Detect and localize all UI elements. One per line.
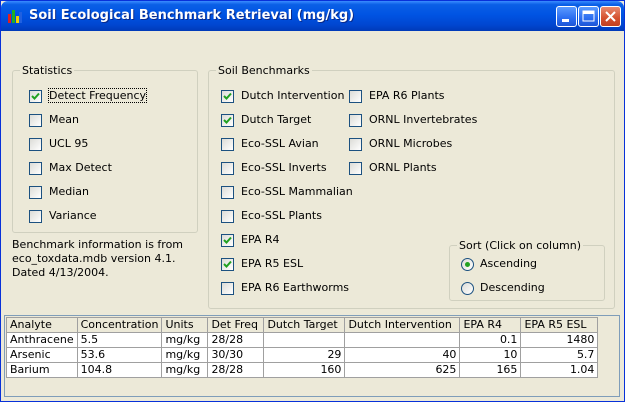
table-header-row: Analyte Concentration Units Det Freq Dutch T… (6, 317, 599, 333)
epa-r6-earthworms-label[interactable]: EPA R6 Earthworms (241, 281, 349, 294)
checkbox-unchecked-icon[interactable] (349, 138, 362, 151)
minimize-icon (562, 19, 569, 22)
ucl-95-label[interactable]: UCL 95 (49, 137, 88, 150)
bar-chart-app-icon (7, 8, 23, 24)
checkbox-unchecked-icon[interactable] (221, 282, 234, 295)
column-header-units[interactable]: Units (161, 317, 209, 333)
table-row[interactable]: Barium 104.8 mg/kg 28/28 160 625 165 1.04 (6, 362, 599, 378)
checkbox-unchecked-icon[interactable] (29, 114, 42, 127)
checkbox-unchecked-icon[interactable] (29, 186, 42, 199)
minimize-button[interactable] (556, 6, 577, 27)
checkbox-unchecked-icon[interactable] (221, 210, 234, 223)
eco-ssl-plants-label[interactable]: Eco-SSL Plants (241, 209, 322, 222)
checkbox-unchecked-icon[interactable] (349, 114, 362, 127)
table-cell[interactable]: mg/kg (161, 362, 209, 378)
checkbox-unchecked-icon[interactable] (221, 162, 234, 175)
table-cell[interactable]: 28/28 (207, 362, 265, 378)
maximize-button[interactable] (578, 6, 599, 27)
close-button[interactable] (600, 6, 621, 27)
checkbox-checked-icon[interactable] (221, 234, 234, 247)
descending-label[interactable]: Descending (480, 281, 545, 294)
checkbox-unchecked-icon[interactable] (29, 162, 42, 175)
table-cell[interactable]: 160 (263, 362, 346, 378)
checkbox-checked-icon[interactable] (29, 90, 42, 103)
table-cell[interactable]: 165 (459, 362, 522, 378)
checkbox-unchecked-icon[interactable] (29, 210, 42, 223)
checkbox-unchecked-icon[interactable] (221, 138, 234, 151)
table-cell[interactable] (344, 332, 461, 348)
table-cell[interactable]: mg/kg (161, 347, 209, 363)
mean-label[interactable]: Mean (49, 113, 79, 126)
checkbox-unchecked-icon[interactable] (349, 162, 362, 175)
table-cell[interactable]: Anthracene (6, 332, 78, 348)
eco-ssl-mammalian-label[interactable]: Eco-SSL Mammalian (241, 185, 353, 198)
ornl-microbes-label[interactable]: ORNL Microbes (369, 137, 452, 150)
table-cell[interactable]: mg/kg (161, 332, 209, 348)
benchmark-info-text: Benchmark information is from eco_toxdat… (12, 238, 184, 279)
table-cell[interactable]: 30/30 (207, 347, 265, 363)
maximize-icon (582, 10, 595, 22)
table-cell[interactable] (263, 332, 346, 348)
table-row[interactable]: Arsenic 53.6 mg/kg 30/30 29 40 10 5.7 (6, 347, 599, 363)
sort-legend: Sort (Click on column) (457, 239, 584, 252)
dutch-intervention-label[interactable]: Dutch Intervention (241, 89, 344, 102)
table-cell[interactable]: 53.6 (76, 347, 163, 363)
column-header-concentration[interactable]: Concentration (76, 317, 163, 333)
table-cell[interactable]: 104.8 (76, 362, 163, 378)
median-label[interactable]: Median (49, 185, 89, 198)
checkbox-unchecked-icon[interactable] (349, 90, 362, 103)
detect-frequency-label[interactable]: Detect Frequency (47, 88, 148, 103)
application-window: Soil Ecological Benchmark Retrieval (mg/… (0, 0, 625, 402)
epa-r5-esl-label[interactable]: EPA R5 ESL (241, 257, 303, 270)
results-grid[interactable]: Analyte Concentration Units Det Freq Dutch T… (4, 315, 620, 397)
window-title: Soil Ecological Benchmark Retrieval (mg/… (29, 8, 355, 23)
column-header-analyte[interactable]: Analyte (6, 317, 78, 333)
max-detect-label[interactable]: Max Detect (49, 161, 112, 174)
table-cell[interactable]: 29 (263, 347, 346, 363)
ornl-plants-label[interactable]: ORNL Plants (369, 161, 437, 174)
column-header-dutch-target[interactable]: Dutch Target (263, 317, 346, 333)
eco-ssl-avian-label[interactable]: Eco-SSL Avian (241, 137, 319, 150)
column-header-dutch-intervention[interactable]: Dutch Intervention (344, 317, 461, 333)
soil-benchmarks-legend: Soil Benchmarks (216, 64, 312, 77)
table-cell[interactable]: 5.7 (520, 347, 599, 363)
radio-selected-icon[interactable] (461, 258, 474, 271)
checkbox-checked-icon[interactable] (221, 90, 234, 103)
column-header-det-freq[interactable]: Det Freq (207, 317, 265, 333)
column-header-epa-r4[interactable]: EPA R4 (459, 317, 522, 333)
table-cell[interactable]: 5.5 (76, 332, 163, 348)
table-cell[interactable]: 28/28 (207, 332, 265, 348)
epa-r6-plants-label[interactable]: EPA R6 Plants (369, 89, 445, 102)
table-cell[interactable]: Barium (6, 362, 78, 378)
checkbox-checked-icon[interactable] (221, 114, 234, 127)
checkbox-checked-icon[interactable] (221, 258, 234, 271)
checkbox-unchecked-icon[interactable] (221, 186, 234, 199)
checkbox-unchecked-icon[interactable] (29, 138, 42, 151)
results-table[interactable]: Analyte Concentration Units Det Freq Dutch T… (6, 317, 599, 378)
dutch-target-label[interactable]: Dutch Target (241, 113, 311, 126)
column-header-epa-r5-esl[interactable]: EPA R5 ESL (520, 317, 599, 333)
title-bar[interactable]: Soil Ecological Benchmark Retrieval (mg/… (1, 1, 624, 31)
ornl-invertebrates-label[interactable]: ORNL Invertebrates (369, 113, 477, 126)
table-cell[interactable]: 0.1 (459, 332, 522, 348)
radio-unselected-icon[interactable] (461, 282, 474, 295)
eco-ssl-inverts-label[interactable]: Eco-SSL Inverts (241, 161, 327, 174)
epa-r4-label[interactable]: EPA R4 (241, 233, 280, 246)
table-cell[interactable]: 10 (459, 347, 522, 363)
table-cell[interactable]: 625 (344, 362, 461, 378)
table-cell[interactable]: 40 (344, 347, 461, 363)
statistics-legend: Statistics (20, 64, 75, 77)
ascending-label[interactable]: Ascending (480, 257, 537, 270)
variance-label[interactable]: Variance (49, 209, 97, 222)
table-cell[interactable]: 1480 (520, 332, 599, 348)
close-icon (605, 11, 616, 22)
table-cell[interactable]: 1.04 (520, 362, 599, 378)
table-row[interactable]: Anthracene 5.5 mg/kg 28/28 0.1 1480 (6, 332, 599, 348)
table-cell[interactable]: Arsenic (6, 347, 78, 363)
